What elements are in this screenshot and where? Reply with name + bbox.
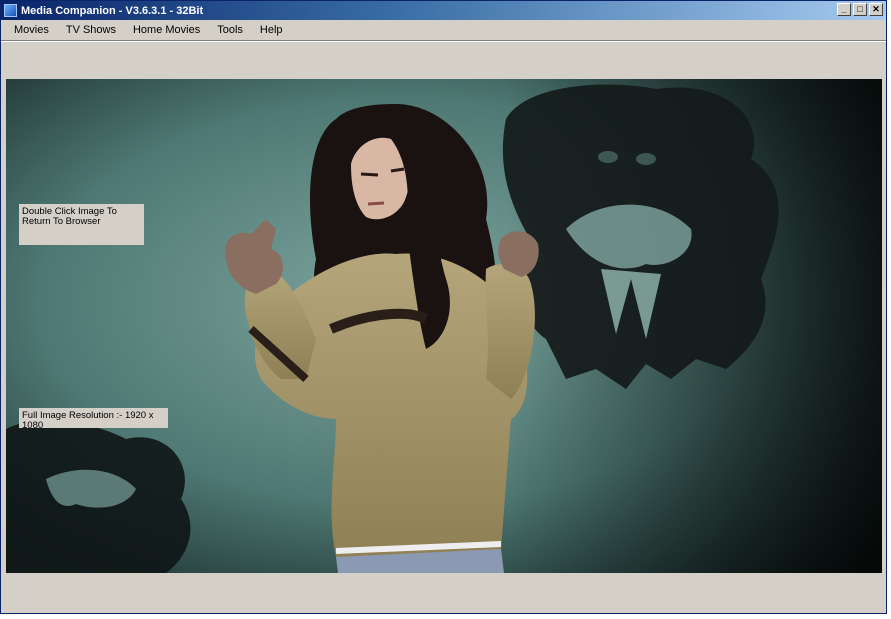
main-window: Media Companion - V3.6.3.1 - 32Bit _ □ ✕… <box>0 0 887 614</box>
menu-movies[interactable]: Movies <box>6 24 57 36</box>
top-panel <box>1 41 886 80</box>
fullscreen-image[interactable]: Double Click Image To Return To Browser … <box>6 79 882 573</box>
hint-line-2: Return To Browser <box>22 216 101 227</box>
maximize-button[interactable]: □ <box>853 3 867 16</box>
menu-bar: Movies TV Shows Home Movies Tools Help <box>1 20 886 41</box>
poster-image <box>6 79 882 573</box>
menu-home-movies[interactable]: Home Movies <box>125 24 208 36</box>
menu-help[interactable]: Help <box>252 24 291 36</box>
app-icon <box>4 4 17 17</box>
menu-tv-shows[interactable]: TV Shows <box>58 24 124 36</box>
graffiti-monkey-left <box>6 420 191 573</box>
resolution-label: Full Image Resolution :- 1920 x 1080 <box>19 408 168 431</box>
double-click-hint: Double Click Image To Return To Browser <box>19 204 144 245</box>
title-bar[interactable]: Media Companion - V3.6.3.1 - 32Bit _ □ ✕ <box>1 1 886 20</box>
window-controls: _ □ ✕ <box>837 3 883 16</box>
bottom-panel <box>1 573 886 613</box>
minimize-button[interactable]: _ <box>837 3 851 16</box>
window-title: Media Companion - V3.6.3.1 - 32Bit <box>21 4 204 17</box>
close-button[interactable]: ✕ <box>869 3 883 16</box>
menu-tools[interactable]: Tools <box>209 24 251 36</box>
